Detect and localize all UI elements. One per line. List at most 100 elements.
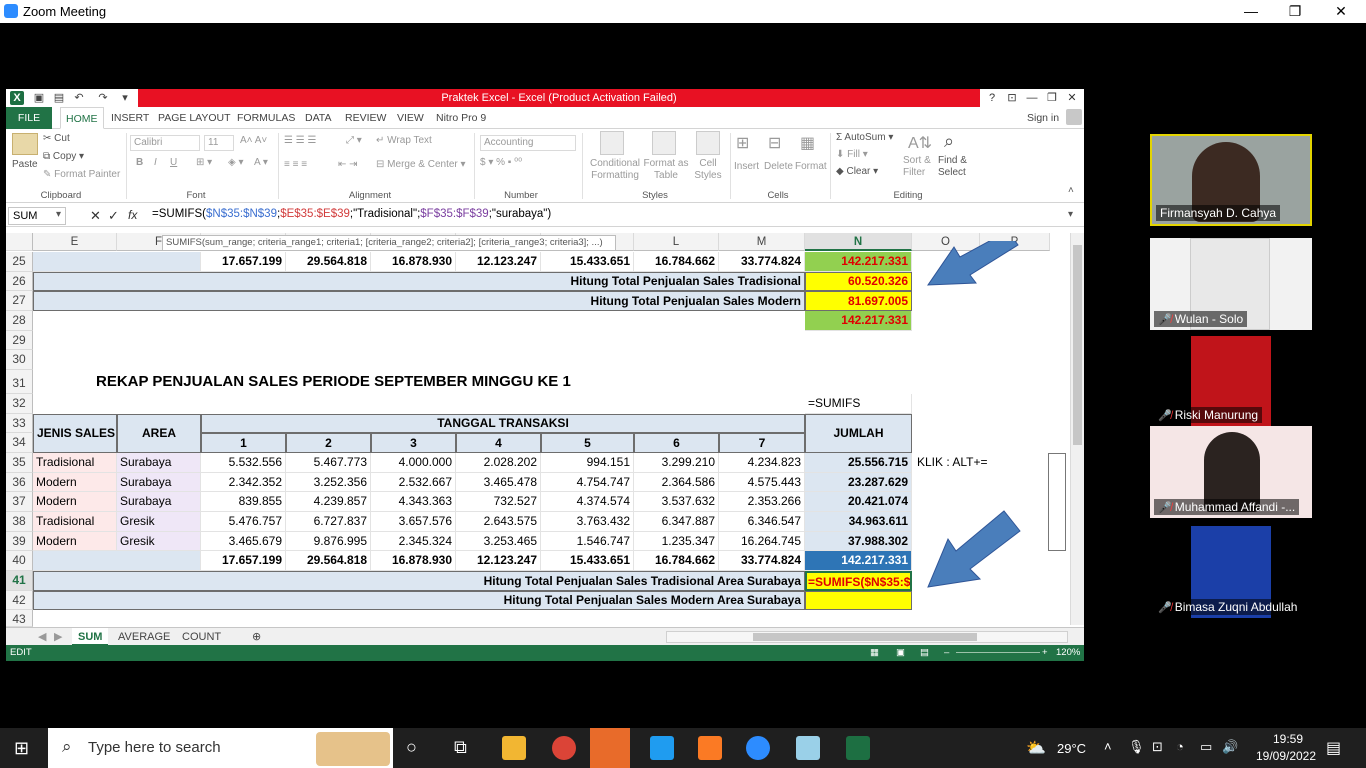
customize-qat-icon[interactable]: ▾ xyxy=(118,91,132,105)
value-cell[interactable]: 3.465.478 xyxy=(456,473,541,492)
row-header[interactable]: 39 xyxy=(6,532,33,551)
cell[interactable]: 16.784.662 xyxy=(634,551,719,571)
paint-icon[interactable] xyxy=(796,736,820,760)
vertical-scrollbar[interactable] xyxy=(1070,233,1084,625)
row-header[interactable]: 42 xyxy=(6,591,33,610)
row-header[interactable]: 30 xyxy=(6,350,33,370)
column-header[interactable]: M xyxy=(719,233,805,251)
value-cell[interactable]: 9.876.995 xyxy=(286,532,371,551)
borders-icon[interactable]: ⊞ ▾ xyxy=(196,157,212,168)
weather-icon[interactable]: ⛅ xyxy=(1026,738,1046,758)
participant-tile[interactable]: 🎤̸ Wulan - Solo xyxy=(1150,238,1312,330)
value-cell[interactable]: 839.855 xyxy=(201,492,286,512)
tab-formulas[interactable]: FORMULAS xyxy=(232,107,300,129)
value-cell[interactable]: 3.763.432 xyxy=(541,512,634,532)
cell[interactable]: 17.657.199 xyxy=(201,551,286,571)
copy-button[interactable]: ⧉ Copy ▾ xyxy=(43,151,84,162)
clock-time[interactable]: 19:59 xyxy=(1258,732,1318,746)
sort-filter-button[interactable]: Sort & Filter xyxy=(903,155,937,179)
font-family-select[interactable]: Calibri xyxy=(130,135,200,151)
cell[interactable]: 15.433.651 xyxy=(541,551,634,571)
area-cell[interactable]: Gresik xyxy=(117,512,201,532)
row-header[interactable]: 43 xyxy=(6,610,33,627)
volume-icon[interactable]: 🔊 xyxy=(1222,739,1238,755)
cell[interactable]: 12.123.247 xyxy=(456,551,541,571)
tab-review[interactable]: REVIEW xyxy=(340,107,391,129)
value-cell[interactable]: 2.353.266 xyxy=(719,492,805,512)
zoom-app-icon[interactable] xyxy=(746,736,770,760)
row-header[interactable]: 34 xyxy=(6,433,33,453)
participant-tile[interactable]: 🎤̸ Bimasa Zuqni Abdullah xyxy=(1150,526,1312,618)
value-cell[interactable]: 4.374.574 xyxy=(541,492,634,512)
excel-close-button[interactable]: ✕ xyxy=(1062,90,1082,106)
active-edit-cell[interactable]: =SUMIFS($N$35:$ xyxy=(805,571,912,591)
value-cell[interactable]: 4.000.000 xyxy=(371,453,456,473)
sticky-notes-icon[interactable] xyxy=(590,728,630,768)
cell[interactable] xyxy=(33,252,201,272)
value-cell[interactable]: 2.532.667 xyxy=(371,473,456,492)
paste-icon[interactable] xyxy=(12,133,38,155)
cell[interactable]: 15.433.651 xyxy=(541,252,634,272)
confirm-formula-icon[interactable]: ✓ xyxy=(108,208,119,224)
header-day[interactable]: 6 xyxy=(634,433,719,453)
autosum-button[interactable]: Σ AutoSum ▾ xyxy=(836,132,893,143)
value-cell[interactable]: 3.657.576 xyxy=(371,512,456,532)
delete-cells-button[interactable]: Delete xyxy=(764,161,793,172)
conditional-formatting-icon[interactable] xyxy=(600,131,624,155)
total-cell[interactable]: 142.217.331 xyxy=(805,252,912,272)
excel-app-icon[interactable] xyxy=(846,736,870,760)
jumlah-cell[interactable]: 37.988.302 xyxy=(805,532,912,551)
header-day[interactable]: 7 xyxy=(719,433,805,453)
value-cell[interactable]: 4.234.823 xyxy=(719,453,805,473)
help-button[interactable]: ? xyxy=(982,90,1002,106)
sumifs-note[interactable]: =SUMIFS xyxy=(805,394,912,414)
row-header[interactable]: 35 xyxy=(6,453,33,473)
value-cell[interactable]: 4.239.857 xyxy=(286,492,371,512)
tab-view[interactable]: VIEW xyxy=(392,107,429,129)
row-header[interactable]: 36 xyxy=(6,473,33,492)
header-tanggal-transaksi[interactable]: TANGGAL TRANSAKSI xyxy=(201,414,805,433)
chrome-icon[interactable] xyxy=(552,736,576,760)
cell[interactable]: 29.564.818 xyxy=(286,252,371,272)
redo-icon[interactable]: ↷ xyxy=(96,91,110,105)
header-day[interactable]: 4 xyxy=(456,433,541,453)
value-cell[interactable]: 16.264.745 xyxy=(719,532,805,551)
jumlah-cell[interactable]: 23.287.629 xyxy=(805,473,912,492)
font-color-icon[interactable]: A ▾ xyxy=(254,157,268,168)
header-jumlah[interactable]: JUMLAH xyxy=(805,414,912,453)
format-as-table-button[interactable]: Format as Table xyxy=(642,158,690,182)
row-header[interactable]: 40 xyxy=(6,551,33,571)
shortcut-note[interactable]: KLIK : ALT+= xyxy=(914,453,1024,473)
value-cell[interactable]: 2.028.202 xyxy=(456,453,541,473)
merge-center-button[interactable]: ⊟ Merge & Center ▾ xyxy=(376,159,466,170)
header-day[interactable]: 1 xyxy=(201,433,286,453)
minimize-button[interactable]: — xyxy=(1228,1,1274,22)
fill-button[interactable]: ⬇ Fill ▾ xyxy=(836,149,868,160)
label-cell[interactable]: Hitung Total Penjualan Sales Modern xyxy=(33,291,805,311)
value-cell[interactable]: 4.343.363 xyxy=(371,492,456,512)
conditional-formatting-button[interactable]: Conditional Formatting xyxy=(586,158,644,182)
xampp-icon[interactable] xyxy=(698,736,722,760)
temperature[interactable]: 29°C xyxy=(1057,741,1086,756)
zoom-slider[interactable] xyxy=(956,652,1040,653)
top-align-icon[interactable]: ☰ ☰ ☰ xyxy=(284,135,316,146)
value-cell[interactable]: 6.727.837 xyxy=(286,512,371,532)
vscode-icon[interactable] xyxy=(650,736,674,760)
value-cell[interactable]: 1.546.747 xyxy=(541,532,634,551)
label-cell[interactable]: Hitung Total Penjualan Sales Tradisional… xyxy=(33,571,805,591)
sheet-tab-average[interactable]: AVERAGE xyxy=(112,628,176,646)
row-header[interactable]: 29 xyxy=(6,331,33,350)
camera-icon[interactable]: ⊡ xyxy=(1152,739,1163,755)
header-day[interactable]: 5 xyxy=(541,433,634,453)
jumlah-cell[interactable]: 25.556.715 xyxy=(805,453,912,473)
jenis-sales-cell[interactable]: Modern xyxy=(33,473,117,492)
value-cell[interactable]: 2.364.586 xyxy=(634,473,719,492)
participant-tile[interactable]: 🎤̸ Riski Manurung xyxy=(1150,334,1312,426)
value-cell[interactable]: 2.643.575 xyxy=(456,512,541,532)
format-painter-button[interactable]: ✎ Format Painter xyxy=(43,169,120,180)
add-sheet-icon[interactable]: ⊕ xyxy=(246,628,267,646)
formula-input[interactable]: =SUMIFS($N$35:$N$39;$E$35:$E$39;"Tradisi… xyxy=(152,208,551,220)
select-all-corner[interactable] xyxy=(6,233,33,251)
cell[interactable]: 17.657.199 xyxy=(201,252,286,272)
chevron-up-icon[interactable]: ˄ xyxy=(1104,739,1112,754)
